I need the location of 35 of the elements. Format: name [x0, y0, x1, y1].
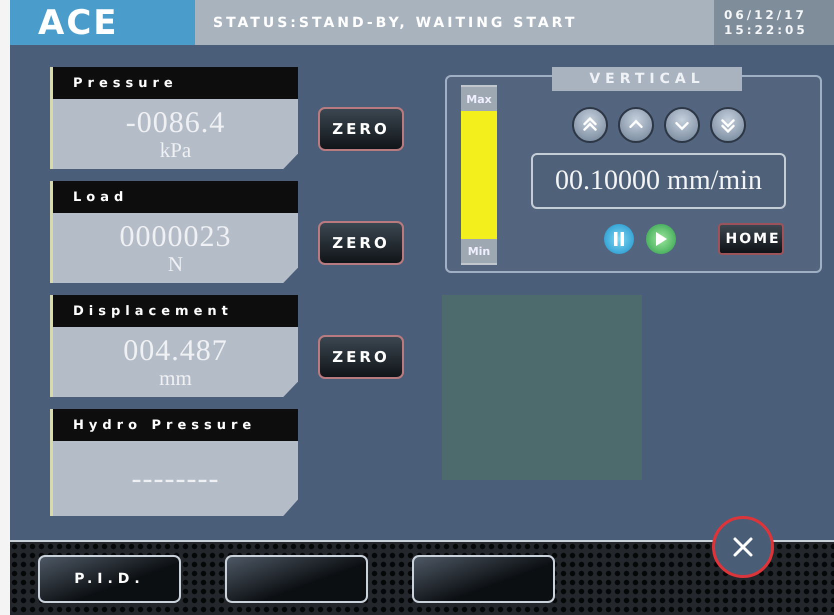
pause-button[interactable] [604, 224, 634, 254]
time-text: 15:22:05 [724, 22, 809, 38]
readout-label: Load [73, 190, 128, 204]
readout-label: Hydro Pressure [73, 418, 256, 432]
readout-unit: mm [159, 367, 192, 389]
speed-display: 00.10000 mm/min [531, 153, 786, 209]
chevron-up-button[interactable] [618, 107, 654, 143]
gauge-max-label: Max [461, 87, 497, 111]
logo: ACE [10, 0, 195, 45]
blank-button[interactable] [412, 554, 555, 602]
play-button[interactable] [646, 224, 676, 254]
readout-value: -0086.4 [126, 107, 226, 139]
readout-value: -------- [132, 462, 220, 494]
home-button[interactable]: HOME [718, 223, 784, 255]
readout-label: Displacement [73, 304, 233, 318]
close-icon [732, 536, 754, 558]
double-chevron-down-button[interactable] [710, 107, 746, 143]
panel-title: VERTICAL [552, 67, 742, 91]
play-icon [654, 231, 668, 247]
pause-icon [612, 231, 626, 247]
zero-button[interactable]: ZERO [318, 107, 404, 151]
status-text: STATUS:STAND-BY, WAITING START [195, 0, 714, 45]
readout-unit: N [168, 253, 184, 275]
date-text: 06/12/17 [724, 8, 808, 22]
blank-button[interactable] [225, 554, 368, 602]
zero-button[interactable]: ZERO [318, 221, 404, 265]
gauge-min-label: Min [461, 239, 497, 263]
zero-button[interactable]: ZERO [318, 335, 404, 379]
chevron-down-button[interactable] [664, 107, 700, 143]
pid-button[interactable]: P.I.D. [38, 554, 181, 602]
double-chevron-up-button[interactable] [572, 107, 608, 143]
readout-unit: kPa [160, 139, 192, 161]
readout-value: 0000023 [120, 221, 232, 253]
readout-label: Pressure [73, 76, 178, 90]
readout-value: 004.487 [123, 335, 228, 367]
